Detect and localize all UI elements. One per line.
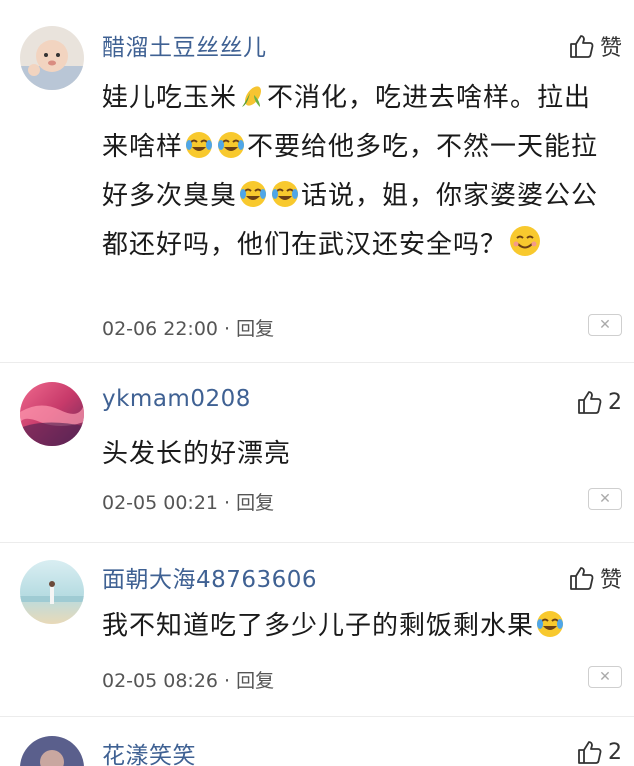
comment-meta: 02-06 22:00 · 回复: [102, 318, 275, 340]
comment-text: 头发长的好漂亮: [102, 439, 292, 469]
dismiss-button[interactable]: ✕: [588, 488, 622, 510]
crying-laughing-emoji: [535, 609, 565, 653]
comment-item: 醋溜土豆丝丝儿 赞 娃儿吃玉米 不消化，吃进去啥样。拉出来啥样 不要给他多吃，不然一…: [0, 0, 634, 360]
smiling-emoji: [508, 224, 542, 272]
comment-username[interactable]: 面朝大海48763606: [102, 560, 317, 594]
comment-text: 娃儿吃玉米 不消化，吃进去啥样。拉出来啥样 不要给他多吃，不然一天能拉好多次臭臭 话说…: [102, 76, 612, 272]
like-button[interactable]: 赞: [568, 562, 622, 594]
like-count: 2: [608, 739, 622, 765]
corn-emoji: [238, 81, 266, 125]
close-icon: ✕: [599, 317, 611, 333]
like-button[interactable]: 赞: [568, 30, 622, 62]
timestamp: 02-05 08:26: [102, 670, 219, 692]
thumbs-up-icon: [568, 32, 596, 60]
reply-link[interactable]: 回复: [236, 318, 274, 340]
thumbs-up-icon: [576, 388, 604, 416]
thumbs-up-icon: [576, 738, 604, 766]
timestamp: 02-06 22:00: [102, 318, 219, 340]
avatar[interactable]: [20, 736, 84, 766]
comment-meta: 02-05 00:21 · 回复: [102, 492, 275, 514]
reply-link[interactable]: 回复: [236, 492, 274, 514]
comment-username[interactable]: 醋溜土豆丝丝儿: [102, 28, 267, 62]
comment-username[interactable]: ykmam0208: [102, 386, 251, 412]
like-count: 赞: [599, 568, 622, 593]
comment-meta: 02-05 08:26 · 回复: [102, 670, 275, 692]
dismiss-button[interactable]: ✕: [588, 666, 622, 688]
dismiss-button[interactable]: ✕: [588, 314, 622, 336]
crying-laughing-emoji: [184, 130, 214, 174]
reply-link[interactable]: 回复: [236, 670, 274, 692]
crying-laughing-emoji: [216, 130, 246, 174]
comment-username[interactable]: 花漾笑笑: [102, 736, 196, 766]
comment-item: ykmam0208 2 头发长的好漂亮 02-05 00:21 · 回复 ✕: [0, 362, 634, 542]
avatar[interactable]: [20, 560, 84, 624]
comment-item: 花漾笑笑 2: [0, 716, 634, 766]
close-icon: ✕: [599, 669, 611, 685]
avatar[interactable]: [20, 26, 84, 90]
timestamp: 02-05 00:21: [102, 492, 219, 514]
comment-item: 面朝大海48763606 赞 我不知道吃了多少儿子的剩饭剩水果 02-05 08…: [0, 542, 634, 722]
avatar[interactable]: [20, 382, 84, 446]
like-count: 2: [608, 389, 622, 415]
crying-laughing-emoji: [270, 179, 300, 223]
crying-laughing-emoji: [238, 179, 268, 223]
like-button[interactable]: 2: [576, 738, 622, 766]
like-button[interactable]: 2: [576, 388, 622, 416]
comment-text: 我不知道吃了多少儿子的剩饭剩水果: [102, 604, 612, 653]
close-icon: ✕: [599, 491, 611, 507]
like-count: 赞: [599, 36, 622, 61]
thumbs-up-icon: [568, 564, 596, 592]
